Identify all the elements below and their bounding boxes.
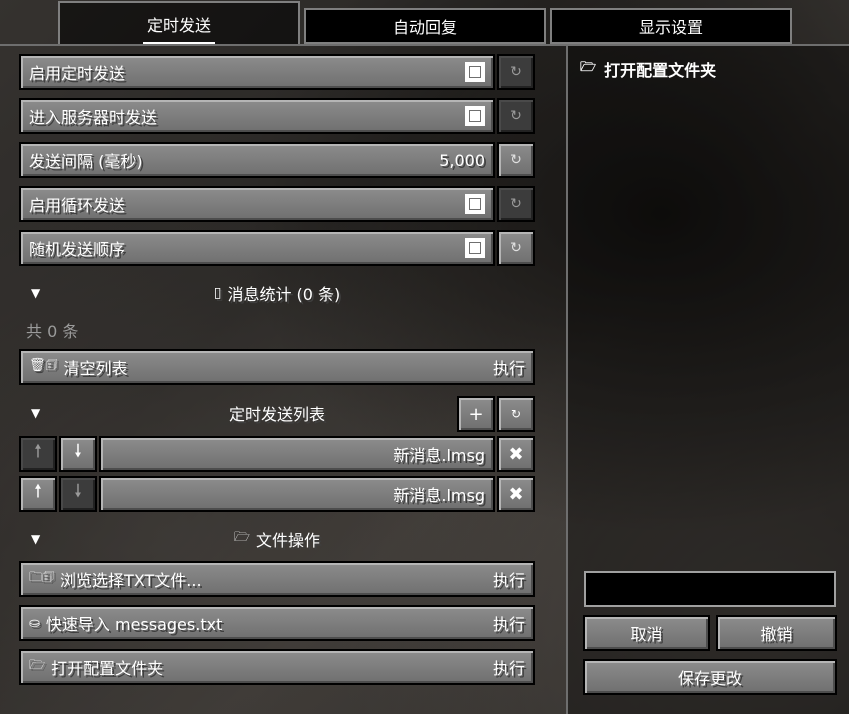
reset-icon[interactable]: ↻ xyxy=(497,54,535,90)
remove-icon[interactable]: ✖ xyxy=(497,436,535,472)
reset-icon[interactable]: ↻ xyxy=(497,186,535,222)
stats-count: 共 0 条 xyxy=(26,322,79,341)
undo-button[interactable]: 撤销 xyxy=(716,615,837,651)
message-name: 新消息.lmsg xyxy=(393,446,485,465)
reset-icon[interactable]: ↻ xyxy=(497,230,535,266)
setting-label: 进入服务器时发送 xyxy=(29,108,158,127)
remove-icon[interactable]: ✖ xyxy=(497,476,535,512)
save-label: 保存更改 xyxy=(677,669,742,688)
move-down-icon[interactable]: 🠗 xyxy=(59,476,97,512)
file-ops-header[interactable]: 🗁 文件操作 xyxy=(19,528,535,550)
trash-icon: 🗑🗊 xyxy=(29,358,58,373)
import-icon: ⛀ xyxy=(29,615,40,631)
text-input[interactable] xyxy=(584,571,836,607)
tab-scheduled-send[interactable]: 定时发送 xyxy=(58,1,300,44)
tab-label: 显示设置 xyxy=(638,18,703,37)
folder-icon: 🗁 xyxy=(29,658,46,673)
folder-icon: 🗁 xyxy=(233,530,251,545)
toggle-enable-scheduled-send[interactable]: 启用定时发送 xyxy=(19,54,495,90)
execute-label: 执行 xyxy=(492,615,525,634)
execute-label: 执行 xyxy=(492,359,525,378)
save-changes-button[interactable]: 保存更改 xyxy=(583,659,837,695)
checkbox-checked[interactable] xyxy=(465,194,485,214)
tab-label: 定时发送 xyxy=(146,15,211,35)
cancel-label: 取消 xyxy=(630,625,663,644)
clear-list-button[interactable]: 🗑🗊 清空列表 执行 xyxy=(19,349,535,385)
clear-list-label: 清空列表 xyxy=(63,359,128,378)
tab-auto-reply[interactable]: 自动回复 xyxy=(304,8,546,44)
setting-label: 随机发送顺序 xyxy=(29,240,126,259)
cancel-button[interactable]: 取消 xyxy=(583,615,710,651)
open-config-label: 打开配置文件夹 xyxy=(51,659,164,678)
open-config-folder-button[interactable]: 🗁 打开配置文件夹 执行 xyxy=(19,649,535,685)
execute-label: 执行 xyxy=(492,571,525,590)
message-item[interactable]: 新消息.lmsg xyxy=(99,476,495,512)
message-name: 新消息.lmsg xyxy=(393,486,485,505)
move-up-icon[interactable]: 🠕 xyxy=(19,476,57,512)
reset-list-button[interactable]: ↻ xyxy=(497,396,535,432)
checkbox-checked[interactable] xyxy=(465,238,485,258)
setting-label: 发送间隔 (毫秒) xyxy=(29,152,143,171)
right-panel xyxy=(566,46,849,714)
interval-value[interactable]: 5,000 xyxy=(439,151,485,170)
move-down-icon[interactable]: 🠗 xyxy=(59,436,97,472)
checkbox-checked[interactable] xyxy=(465,62,485,82)
add-message-button[interactable]: + xyxy=(457,396,495,432)
folder-open-icon: 🗀🗊 xyxy=(29,570,55,585)
reset-icon[interactable]: ↻ xyxy=(497,142,535,178)
move-up-icon[interactable]: 🠕 xyxy=(19,436,57,472)
send-interval-field[interactable]: 发送间隔 (毫秒) 5,000 xyxy=(19,142,495,178)
setting-label: 启用定时发送 xyxy=(29,64,126,83)
tab-display-settings[interactable]: 显示设置 xyxy=(550,8,792,44)
collapse-arrow-icon[interactable]: ▼ xyxy=(31,406,40,420)
reset-icon[interactable]: ↻ xyxy=(497,98,535,134)
stats-section-header[interactable]: ▯ 消息统计 (0 条) xyxy=(19,282,535,304)
setting-label: 启用循环发送 xyxy=(29,196,126,215)
message-item[interactable]: 新消息.lmsg xyxy=(99,436,495,472)
clipboard-icon: ▯ xyxy=(213,285,222,301)
toggle-loop-send[interactable]: 启用循环发送 xyxy=(19,186,495,222)
folder-icon: 🗁 xyxy=(580,60,597,75)
checkbox-checked[interactable] xyxy=(465,106,485,126)
open-config-folder-link[interactable]: 🗁 打开配置文件夹 xyxy=(580,57,716,81)
quick-import-button[interactable]: ⛀ 快速导入 messages.txt 执行 xyxy=(19,605,535,641)
tab-label: 自动回复 xyxy=(392,18,457,37)
toggle-send-on-join[interactable]: 进入服务器时发送 xyxy=(19,98,495,134)
toggle-random-order[interactable]: 随机发送顺序 xyxy=(19,230,495,266)
file-ops-title: 文件操作 xyxy=(256,531,321,550)
quick-import-label: 快速导入 messages.txt xyxy=(45,615,223,634)
open-config-link-label: 打开配置文件夹 xyxy=(604,61,717,80)
undo-label: 撤销 xyxy=(760,625,793,644)
stats-title: 消息统计 (0 条) xyxy=(227,285,341,304)
browse-txt-button[interactable]: 🗀🗊 浏览选择TXT文件... 执行 xyxy=(19,561,535,597)
browse-label: 浏览选择TXT文件... xyxy=(60,571,202,590)
execute-label: 执行 xyxy=(492,659,525,678)
